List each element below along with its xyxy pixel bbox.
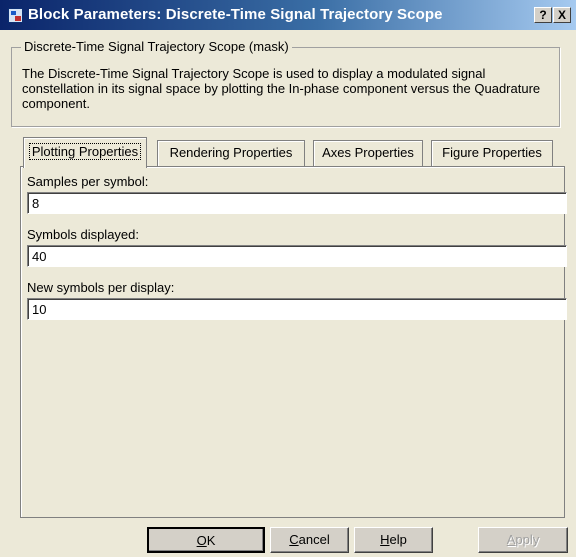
tab-panel (20, 166, 565, 518)
help-label: elp (389, 532, 407, 547)
tab-label: Plotting Properties (28, 143, 142, 160)
ok-accel: O (196, 533, 207, 548)
tab-label: Axes Properties (322, 145, 414, 160)
samples-per-symbol-label: Samples per symbol: (27, 174, 149, 189)
tab-label: Rendering Properties (169, 145, 293, 160)
cancel-accel: C (289, 532, 299, 547)
cancel-button[interactable]: Cancel (270, 527, 349, 553)
close-icon[interactable]: X (553, 7, 571, 23)
tab-rendering-properties[interactable]: Rendering Properties (157, 140, 305, 167)
help-accel: H (380, 532, 390, 547)
title-bar[interactable]: Block Parameters: Discrete-Time Signal T… (0, 0, 576, 30)
ok-button[interactable]: OK (147, 527, 265, 553)
tab-figure-properties[interactable]: Figure Properties (431, 140, 553, 167)
mask-description: The Discrete-Time Signal Trajectory Scop… (22, 66, 541, 111)
tab-plotting-properties[interactable]: Plotting Properties (23, 137, 147, 168)
help-icon[interactable]: ? (534, 7, 552, 23)
window-title: Block Parameters: Discrete-Time Signal T… (28, 6, 443, 23)
symbols-displayed-field[interactable] (27, 245, 567, 267)
mask-title: Discrete-Time Signal Trajectory Scope (m… (21, 39, 292, 54)
apply-label: pply (515, 532, 540, 547)
ok-label: K (206, 533, 216, 548)
tab-label: Figure Properties (442, 145, 542, 160)
apply-button[interactable]: Apply (478, 527, 568, 553)
new-symbols-per-display-field[interactable] (27, 298, 567, 320)
samples-per-symbol-field[interactable] (27, 192, 567, 214)
new-symbols-per-display-label: New symbols per display: (27, 280, 175, 295)
help-button[interactable]: Help (354, 527, 433, 553)
tab-axes-properties[interactable]: Axes Properties (313, 140, 423, 167)
cancel-label: ancel (298, 532, 330, 547)
app-icon (8, 8, 23, 23)
symbols-displayed-label: Symbols displayed: (27, 227, 139, 242)
